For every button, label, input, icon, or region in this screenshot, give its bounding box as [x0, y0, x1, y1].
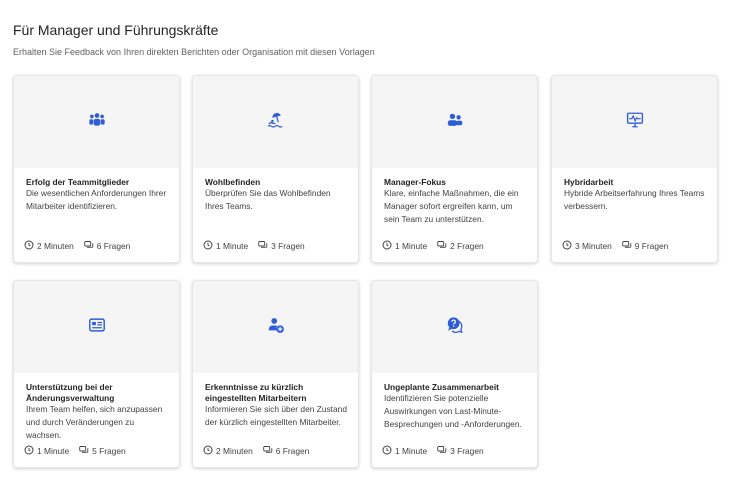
- questions-icon: [79, 445, 92, 457]
- card-description: Informieren Sie sich über den Zustand de…: [205, 404, 347, 427]
- card-description: Klare, einfache Maßnahmen, die ein Manag…: [384, 188, 519, 224]
- section-title: Für Manager und Führungskräfte: [13, 22, 219, 38]
- monitor-pulse-icon: [626, 111, 644, 134]
- template-card-unplanned-collaboration[interactable]: Ungeplante Zusammenarbeit Identifizieren…: [371, 280, 538, 468]
- card-header: [372, 281, 537, 373]
- people-icon: [446, 111, 464, 134]
- card-questions: 5 Fragen: [92, 446, 126, 456]
- card-duration: 1 Minute: [37, 446, 70, 456]
- card-description: Identifizieren Sie potenzielle Auswirkun…: [384, 393, 522, 429]
- wellbeing-icon: [267, 111, 285, 134]
- card-questions: 3 Fragen: [271, 241, 305, 251]
- template-card-hybrid-work[interactable]: Hybridarbeit Hybride Arbeitserfahrung Ih…: [551, 75, 718, 263]
- card-header: [14, 76, 179, 168]
- card-duration: 2 Minuten: [216, 446, 253, 456]
- card-questions: 6 Fragen: [96, 241, 131, 251]
- person-add-icon: [267, 316, 285, 339]
- card-description: Ihrem Team helfen, sich anzupassen und d…: [26, 404, 163, 440]
- questions-icon: [84, 240, 97, 252]
- template-card-new-hires[interactable]: Erkenntnisse zu kürzlich eingestellten M…: [192, 280, 359, 468]
- card-duration: 1 Minute: [216, 241, 249, 251]
- questions-icon: [263, 445, 276, 457]
- card-questions: 6 Fragen: [275, 446, 310, 456]
- card-duration: 1 Minute: [395, 241, 428, 251]
- card-header: [552, 76, 717, 168]
- card-questions: 9 Fragen: [634, 241, 669, 251]
- card-duration: 1 Minute: [395, 446, 428, 456]
- card-title: Erkenntnisse zu kürzlich eingestellten M…: [205, 382, 307, 403]
- card-description: Die wesentlichen Anforderungen Ihrer Mit…: [26, 188, 167, 211]
- card-meta: 2 Minuten 6 Fragen: [203, 445, 319, 457]
- clock-icon: [203, 240, 216, 252]
- card-meta: 2 Minuten 6 Fragen: [24, 240, 140, 252]
- card-header: [372, 76, 537, 168]
- news-icon: [88, 316, 106, 339]
- template-card-wellbeing[interactable]: Wohlbefinden Überprüfen Sie das Wohlbefi…: [192, 75, 359, 263]
- card-description: Hybride Arbeitserfahrung Ihres Teams ver…: [564, 188, 705, 211]
- clock-icon: [382, 240, 395, 252]
- card-meta: 1 Minute 5 Fragen: [24, 445, 136, 457]
- clock-icon: [562, 240, 575, 252]
- clock-icon: [203, 445, 216, 457]
- clock-icon: [382, 445, 395, 457]
- card-duration: 3 Minuten: [575, 241, 612, 251]
- team-icon: [88, 111, 106, 134]
- template-card-team-success[interactable]: Erfolg der Teammitglieder Die wesentlich…: [13, 75, 180, 263]
- card-header: [14, 281, 179, 373]
- section-subtitle: Erhalten Sie Feedback von Ihren direkten…: [13, 47, 375, 57]
- card-header: [193, 76, 358, 168]
- card-questions: 2 Fragen: [450, 241, 484, 251]
- template-card-manager-focus[interactable]: Manager-Fokus Klare, einfache Maßnahmen,…: [371, 75, 538, 263]
- questions-icon: [437, 445, 450, 457]
- card-title: Unterstützung bei der Änderungsverwaltun…: [26, 382, 115, 403]
- card-meta: 1 Minute 3 Fragen: [382, 445, 494, 457]
- clock-icon: [24, 240, 37, 252]
- chat-help-icon: [446, 316, 464, 339]
- template-card-change-management[interactable]: Unterstützung bei der Änderungsverwaltun…: [13, 280, 180, 468]
- questions-icon: [258, 240, 271, 252]
- card-header: [193, 281, 358, 373]
- card-duration: 2 Minuten: [37, 241, 74, 251]
- card-meta: 1 Minute 2 Fragen: [382, 240, 494, 252]
- card-meta: 3 Minuten 9 Fragen: [562, 240, 678, 252]
- questions-icon: [622, 240, 635, 252]
- card-questions: 3 Fragen: [450, 446, 484, 456]
- card-description: Überprüfen Sie das Wohlbefinden Ihres Te…: [205, 188, 331, 211]
- questions-icon: [437, 240, 450, 252]
- card-meta: 1 Minute 3 Fragen: [203, 240, 315, 252]
- clock-icon: [24, 445, 37, 457]
